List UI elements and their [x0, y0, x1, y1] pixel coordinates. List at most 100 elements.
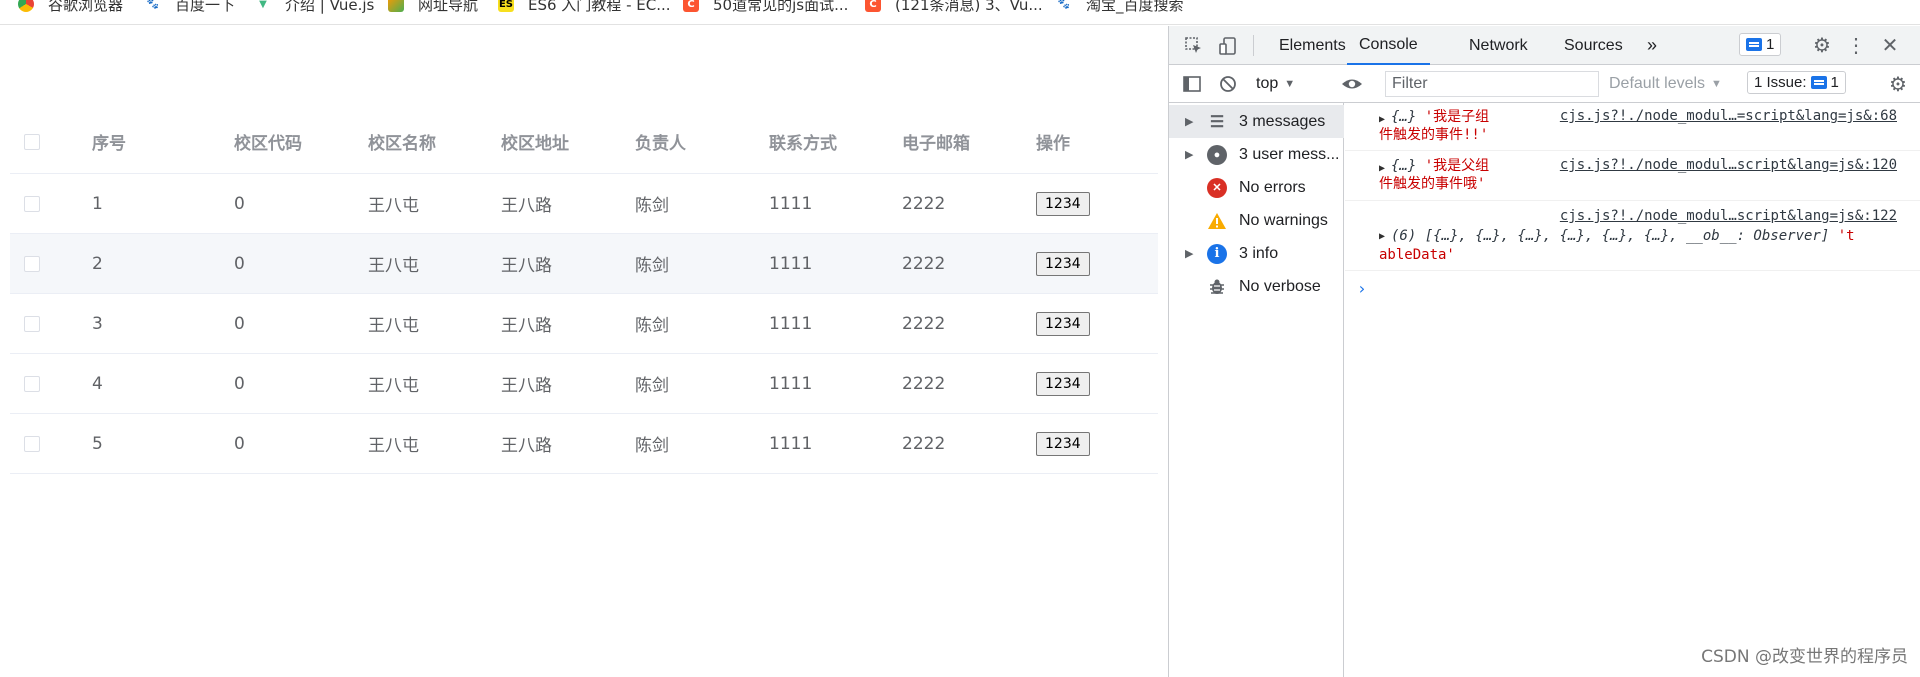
cell-name: 王八屯: [368, 436, 419, 456]
issues-badge-button[interactable]: 1: [1739, 33, 1782, 56]
bookmark-navigation[interactable]: 网址导航: [388, 0, 478, 14]
expand-triangle-icon[interactable]: ▶: [1379, 114, 1385, 125]
bookmark-csdn-1[interactable]: C 50道常见的js面试...: [683, 0, 848, 14]
es6-icon: ES: [498, 0, 514, 12]
select-all-checkbox[interactable]: [24, 133, 40, 150]
expand-triangle-icon[interactable]: ▶: [1379, 231, 1385, 242]
expand-triangle-icon[interactable]: ▶: [1379, 163, 1385, 174]
row-action-button[interactable]: 1234: [1036, 371, 1090, 396]
message-text: '我是父组: [1424, 158, 1490, 174]
toolbar-divider: [1253, 35, 1254, 56]
sidebar-item-errors[interactable]: ✕ No errors: [1169, 171, 1344, 204]
expand-triangle-icon[interactable]: ▶: [1185, 115, 1193, 128]
table-row: 3 0 王八屯 王八路 陈剑 1111 2222 1234: [10, 294, 1158, 354]
header-email: 电子邮箱: [902, 134, 970, 154]
message-icon: [1746, 38, 1762, 51]
table-row: 4 0 王八屯 王八路 陈剑 1111 2222 1234: [10, 354, 1158, 414]
row-checkbox[interactable]: [24, 255, 40, 272]
cell-code: 0: [234, 373, 245, 394]
cell-leader: 陈剑: [635, 256, 669, 276]
row-checkbox[interactable]: [24, 195, 40, 212]
watermark: CSDN @改变世界的程序员: [1701, 647, 1908, 667]
bookmark-taobao[interactable]: 🐾 淘宝_百度搜索: [1056, 0, 1184, 14]
expand-triangle-icon[interactable]: ▶: [1185, 148, 1193, 161]
cell-name: 王八屯: [368, 376, 419, 396]
message-text: 件触发的事件哦': [1379, 176, 1486, 192]
header-index: 序号: [92, 134, 126, 154]
console-settings-gear-icon[interactable]: ⚙: [1883, 65, 1913, 103]
console-prompt-chevron-icon[interactable]: ›: [1357, 279, 1367, 298]
cell-index: 3: [92, 313, 103, 334]
row-action-button[interactable]: 1234: [1036, 311, 1090, 336]
csdn-icon: C: [865, 0, 881, 12]
table-row: 1 0 王八屯 王八路 陈剑 1111 2222 1234: [10, 174, 1158, 234]
bug-icon: [1207, 277, 1227, 297]
console-input[interactable]: [1375, 275, 1915, 299]
message-source-link[interactable]: cjs.js?!./node_modul…script&lang=js&:120: [1560, 157, 1897, 173]
message-object[interactable]: (6) [{…}, {…}, {…}, {…}, {…}, {…}, __ob_…: [1391, 228, 1829, 244]
bookmark-vue[interactable]: ▼ 介绍 | Vue.js: [255, 0, 374, 14]
log-levels-dropdown[interactable]: Default levels ▼: [1609, 71, 1722, 97]
gear-icon[interactable]: ⚙: [1807, 26, 1837, 65]
page-content: 序号 校区代码 校区名称 校区地址 负责人 联系方式 电子邮箱 操作 1 0 王…: [0, 26, 1168, 677]
kebab-menu-icon[interactable]: ⋮: [1841, 26, 1871, 65]
warning-icon: [1207, 211, 1227, 231]
bookmark-csdn-2[interactable]: C (121条消息) 3、Vu...: [865, 0, 1043, 14]
tab-network[interactable]: Network: [1469, 26, 1528, 65]
cell-leader: 陈剑: [635, 436, 669, 456]
bookmark-baidu[interactable]: 🐾 百度一下: [145, 0, 235, 14]
chevron-down-icon: ▼: [1284, 78, 1296, 90]
inspect-element-icon[interactable]: [1179, 26, 1209, 65]
message-text: 't: [1837, 228, 1855, 244]
cell-email: 2222: [902, 313, 946, 334]
console-message: cjs.js?!./node_modul…script&lang=js&:122…: [1345, 202, 1920, 271]
baidu-paw-icon: 🐾: [1057, 0, 1071, 10]
issues-count: 1: [1830, 74, 1839, 91]
sidebar-toggle-icon[interactable]: [1177, 65, 1207, 103]
row-checkbox[interactable]: [24, 315, 40, 332]
sidebar-item-user-messages[interactable]: ▶ ● 3 user mess...: [1169, 138, 1344, 171]
bookmark-label: 百度一下: [175, 0, 236, 14]
context-selector[interactable]: top ▼: [1256, 71, 1295, 97]
row-action-button[interactable]: 1234: [1036, 191, 1090, 216]
message-object[interactable]: {…}: [1391, 109, 1416, 125]
tab-console[interactable]: Console: [1347, 26, 1430, 65]
sidebar-item-warnings[interactable]: No warnings: [1169, 204, 1344, 237]
bookmark-label: 淘宝_百度搜索: [1086, 0, 1184, 14]
row-checkbox[interactable]: [24, 375, 40, 392]
bookmark-es6[interactable]: ES ES6 入门教程 - EC...: [498, 0, 671, 14]
sidebar-item-verbose[interactable]: No verbose: [1169, 270, 1344, 303]
row-action-button[interactable]: 1234: [1036, 251, 1090, 276]
cell-phone: 1111: [769, 313, 813, 334]
device-toolbar-icon[interactable]: [1213, 26, 1243, 65]
navigation-icon: [388, 0, 404, 12]
cell-code: 0: [234, 253, 245, 274]
clear-console-icon[interactable]: [1213, 65, 1243, 103]
header-name: 校区名称: [368, 134, 436, 154]
row-checkbox[interactable]: [24, 435, 40, 452]
cell-leader: 陈剑: [635, 196, 669, 216]
row-action-button[interactable]: 1234: [1036, 431, 1090, 456]
message-text: '我是子组: [1424, 109, 1490, 125]
message-source-link[interactable]: cjs.js?!./node_modul…=script&lang=js&:68: [1560, 108, 1897, 124]
tab-elements[interactable]: Elements: [1279, 26, 1346, 65]
message-object[interactable]: {…}: [1391, 158, 1416, 174]
header-action: 操作: [1036, 134, 1070, 154]
more-tabs-button[interactable]: »: [1647, 26, 1657, 65]
table-row: 2 0 王八屯 王八路 陈剑 1111 2222 1234: [10, 234, 1158, 294]
sidebar-item-info[interactable]: ▶ i 3 info: [1169, 237, 1344, 270]
message-source-link[interactable]: cjs.js?!./node_modul…script&lang=js&:122: [1560, 208, 1897, 224]
eye-icon[interactable]: [1337, 65, 1367, 103]
message-text: 件触发的事件!!': [1379, 127, 1489, 143]
filter-input[interactable]: Filter: [1385, 71, 1599, 97]
close-icon[interactable]: ✕: [1875, 26, 1905, 65]
tab-sources[interactable]: Sources: [1564, 26, 1623, 65]
devtools-panel: Elements Console Network Sources » 1 ⚙ ⋮…: [1168, 26, 1920, 677]
issues-button[interactable]: 1 Issue: 1: [1747, 71, 1846, 94]
chevron-down-icon: ▼: [1711, 78, 1722, 90]
expand-triangle-icon[interactable]: ▶: [1185, 247, 1193, 260]
sidebar-item-messages[interactable]: ▶ ☰ 3 messages: [1169, 105, 1344, 138]
bookmark-chrome[interactable]: 谷歌浏览器: [18, 0, 123, 14]
cell-leader: 陈剑: [635, 316, 669, 336]
cell-leader: 陈剑: [635, 376, 669, 396]
